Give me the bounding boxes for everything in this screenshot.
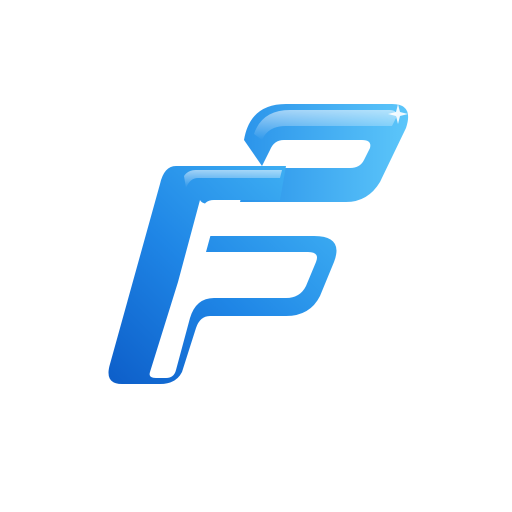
fp-monogram-logo-icon [0, 0, 512, 512]
logo-canvas [0, 0, 512, 512]
